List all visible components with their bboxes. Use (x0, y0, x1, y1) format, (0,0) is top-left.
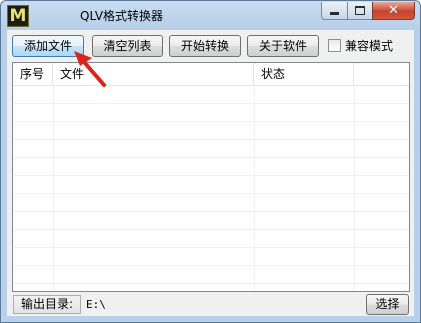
maximize-icon (355, 6, 365, 15)
about-button[interactable]: 关于软件 (247, 35, 319, 57)
client-area: 添加文件 清空列表 开始转换 关于软件 兼容模式 序号 文件 状态 输出目录: … (7, 30, 414, 316)
minimize-button[interactable] (321, 2, 348, 20)
app-logo-icon: M (7, 5, 29, 27)
maximize-button[interactable] (347, 2, 373, 20)
file-list[interactable]: 序号 文件 状态 (12, 62, 410, 292)
grid-row-line (13, 175, 409, 176)
grid-row-line (13, 103, 409, 104)
output-dir-path: E:\ (86, 298, 106, 311)
clear-list-button[interactable]: 清空列表 (92, 35, 163, 57)
grid-row-line (13, 139, 409, 140)
start-convert-button[interactable]: 开始转换 (169, 35, 241, 57)
checkbox-box[interactable] (328, 38, 341, 52)
grid-row-line (13, 193, 409, 194)
compat-mode-checkbox[interactable]: 兼容模式 (328, 37, 393, 53)
grid-row-line (13, 121, 409, 122)
grid-row-line (13, 283, 409, 284)
choose-dir-button[interactable]: 选择 (366, 294, 409, 315)
app-window: M QLV格式转换器 ✕ 添加文件 清空列表 开始转换 关于软件 兼容模式 序号… (0, 0, 421, 323)
add-file-button[interactable]: 添加文件 (12, 35, 84, 57)
column-header-file[interactable]: 文件 (53, 63, 254, 85)
grid-column-line (354, 85, 355, 291)
grid-row-line (13, 229, 409, 230)
column-header-index[interactable]: 序号 (13, 63, 53, 85)
column-header-status[interactable]: 状态 (254, 63, 354, 85)
list-header: 序号 文件 状态 (13, 63, 409, 86)
grid-row-line (13, 211, 409, 212)
title-bar[interactable]: M QLV格式转换器 ✕ (1, 1, 420, 29)
grid-row-line (13, 247, 409, 248)
minimize-icon (330, 12, 339, 15)
grid-row-line (13, 157, 409, 158)
grid-column-line (254, 85, 255, 291)
output-dir-label: 输出目录: (13, 295, 81, 314)
grid-row-line (13, 265, 409, 266)
window-title: QLV格式转换器 (80, 9, 164, 23)
compat-mode-label: 兼容模式 (345, 38, 394, 53)
close-icon: ✕ (388, 3, 399, 18)
grid-column-line (53, 85, 54, 291)
close-button[interactable]: ✕ (372, 2, 415, 20)
